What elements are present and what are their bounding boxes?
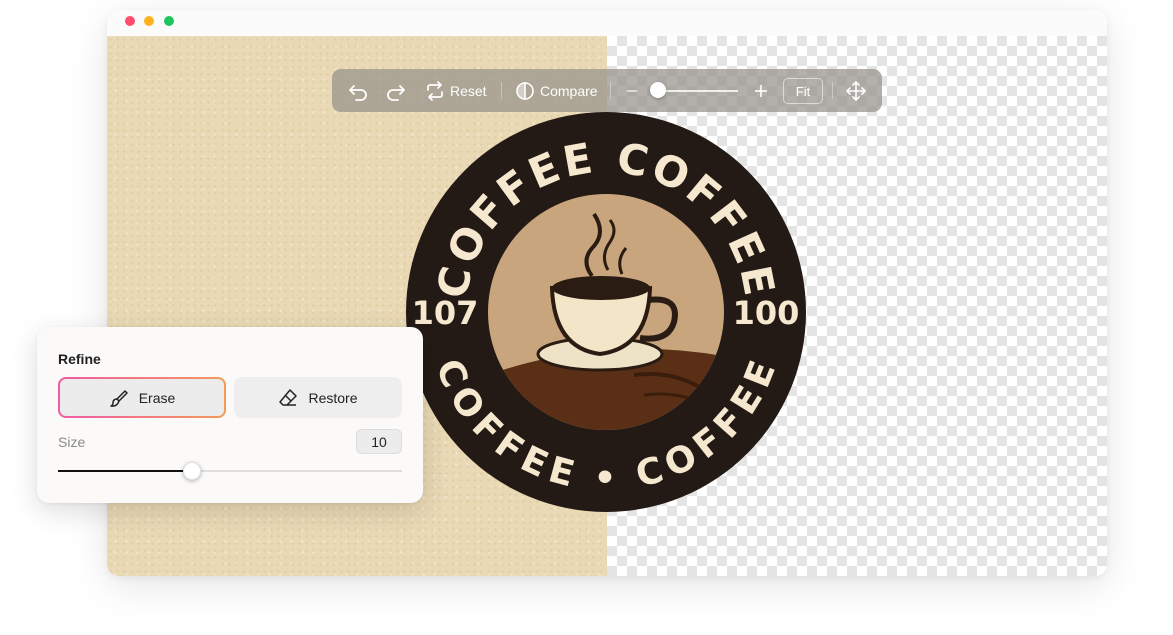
refine-title: Refine: [58, 351, 101, 367]
zoom-slider-thumb[interactable]: [649, 82, 666, 98]
logo-right-number: 100: [733, 294, 800, 332]
compare-label: Compare: [540, 82, 598, 99]
brush-icon: [109, 389, 128, 407]
toolbar-divider: [610, 82, 611, 99]
refine-panel: Refine Erase Restore Size 10: [37, 327, 423, 503]
erase-label: Erase: [138, 389, 176, 406]
erase-button[interactable]: Erase: [58, 377, 226, 418]
size-slider-thumb[interactable]: [183, 462, 202, 480]
toolbar-divider: [501, 82, 502, 99]
reset-icon: [427, 80, 443, 101]
minus-icon: [627, 89, 637, 92]
redo-icon: [387, 84, 405, 101]
close-window-button[interactable]: [125, 16, 135, 26]
size-slider[interactable]: [58, 462, 402, 480]
move-icon: [846, 80, 866, 101]
maximize-window-button[interactable]: [164, 16, 174, 26]
title-bar: [107, 10, 1107, 36]
zoom-in-button[interactable]: [753, 69, 769, 112]
logo-left-number: 107: [412, 294, 479, 332]
compare-button[interactable]: Compare: [515, 69, 598, 112]
minimize-window-button[interactable]: [144, 16, 154, 26]
undo-icon: [349, 84, 367, 101]
compare-icon: [516, 81, 534, 100]
eraser-icon: [279, 388, 298, 406]
move-button[interactable]: [845, 69, 867, 112]
toolbar-divider: [832, 82, 833, 99]
coffee-logo: COFFEE COFFEE COFFEE • COFFEE 107 100: [406, 112, 806, 512]
size-label: Size: [58, 434, 86, 450]
redo-button[interactable]: [385, 69, 407, 112]
size-value-input[interactable]: 10: [356, 429, 402, 454]
restore-button[interactable]: Restore: [234, 377, 402, 418]
plus-icon: [755, 84, 767, 97]
size-slider-fill: [58, 470, 193, 472]
reset-button[interactable]: Reset: [425, 69, 487, 112]
restore-label: Restore: [308, 389, 358, 406]
undo-button[interactable]: [347, 69, 369, 112]
zoom-out-button[interactable]: [625, 69, 639, 112]
fit-button[interactable]: Fit: [783, 78, 823, 104]
reset-label: Reset: [450, 82, 487, 99]
